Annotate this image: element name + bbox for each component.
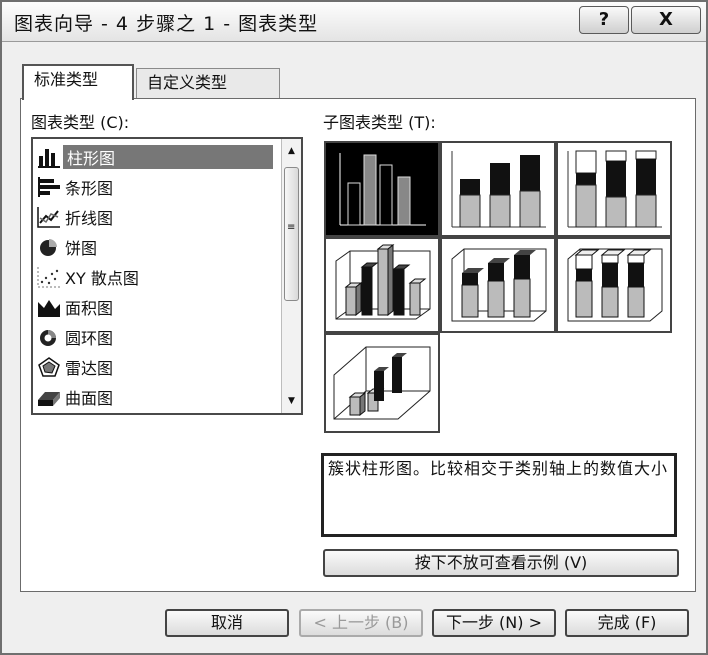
tab-standard-types[interactable]: 标准类型 bbox=[22, 64, 134, 100]
subtype-3d-clustered-column[interactable] bbox=[324, 237, 440, 333]
list-item-label: XY 散点图 bbox=[65, 269, 139, 288]
help-button[interactable]: ? bbox=[579, 6, 629, 34]
list-item-label: 曲面图 bbox=[65, 389, 114, 408]
close-button[interactable]: X bbox=[631, 6, 701, 34]
3d-clustered-column-icon bbox=[335, 243, 431, 320]
subtype-clustered-column[interactable] bbox=[324, 141, 440, 237]
chart-type-label: 图表类型 (C): bbox=[31, 113, 130, 132]
dialog-title: 图表向导 - 4 步骤之 1 - 图表类型 bbox=[14, 13, 319, 35]
bar-chart-icon bbox=[38, 177, 60, 197]
list-item-label: 圆环图 bbox=[65, 329, 114, 348]
clustered-column-icon bbox=[339, 153, 426, 226]
list-item-label: 折线图 bbox=[65, 209, 114, 228]
chart-type-list[interactable]: 柱形图 条形图 折线图 饼图 XY 散点图 面积图 圆环图 雷达图 曲面图 ▲ … bbox=[31, 137, 303, 415]
list-item-area[interactable]: 面积图 bbox=[35, 291, 271, 321]
scroll-up-icon[interactable]: ▲ bbox=[282, 141, 301, 161]
finish-button[interactable]: 完成 (F) bbox=[565, 609, 689, 637]
area-chart-icon bbox=[38, 300, 60, 317]
list-item-label: 面积图 bbox=[65, 299, 114, 318]
tab-custom-types[interactable]: 自定义类型 bbox=[136, 68, 280, 98]
cancel-button[interactable]: 取消 bbox=[165, 609, 289, 637]
list-item-column[interactable]: 柱形图 bbox=[35, 141, 273, 171]
chart-description: 簇状柱形图。比较相交于类别轴上的数值大小 bbox=[321, 453, 677, 537]
preview-sample-button[interactable]: 按下不放可查看示例 (V) bbox=[323, 549, 679, 577]
list-item-line[interactable]: 折线图 bbox=[35, 201, 271, 231]
surface-chart-icon bbox=[38, 392, 60, 406]
back-button[interactable]: < 上一步 (B) bbox=[299, 609, 423, 637]
scatter-chart-icon bbox=[37, 267, 60, 288]
list-item-label: 饼图 bbox=[65, 239, 98, 258]
list-item-pie[interactable]: 饼图 bbox=[35, 231, 271, 261]
3d-stacked-column-icon bbox=[451, 248, 547, 322]
3d-100-stacked-column-icon bbox=[567, 248, 663, 322]
chart-wizard-dialog: 图表向导 - 4 步骤之 1 - 图表类型 ? X 标准类型 自定义类型 图表类… bbox=[0, 0, 708, 655]
line-chart-icon bbox=[37, 207, 60, 228]
subtype-3d-100-stacked-column[interactable] bbox=[556, 237, 672, 333]
next-button[interactable]: 下一步 (N) > bbox=[432, 609, 556, 637]
subtype-100-stacked-column[interactable] bbox=[556, 141, 672, 237]
subtype-3d-column[interactable] bbox=[324, 333, 440, 433]
subtype-stacked-column[interactable] bbox=[440, 141, 556, 237]
list-item-radar[interactable]: 雷达图 bbox=[35, 351, 271, 381]
list-item-label: 雷达图 bbox=[65, 359, 114, 378]
pie-chart-icon bbox=[40, 239, 57, 256]
list-item-label: 条形图 bbox=[65, 179, 114, 198]
title-bar: 图表向导 - 4 步骤之 1 - 图表类型 ? X bbox=[2, 2, 706, 42]
subtype-label: 子图表类型 (T): bbox=[323, 113, 436, 132]
100-stacked-column-icon bbox=[567, 150, 662, 228]
radar-chart-icon bbox=[38, 357, 60, 377]
chart-type-scrollbar[interactable]: ▲ ≡ ▼ bbox=[281, 139, 301, 413]
scrollbar-thumb[interactable]: ≡ bbox=[284, 167, 299, 301]
list-item-label: 柱形图 bbox=[63, 145, 273, 169]
column-chart-icon bbox=[38, 149, 60, 168]
scroll-down-icon[interactable]: ▼ bbox=[282, 391, 301, 411]
3d-column-icon bbox=[333, 346, 431, 420]
tab-panel: 图表类型 (C): 子图表类型 (T): 柱形图 条形图 折线图 饼图 XY 散… bbox=[20, 98, 696, 592]
grip-icon: ≡ bbox=[287, 222, 296, 233]
subtype-3d-stacked-column[interactable] bbox=[440, 237, 556, 333]
stacked-column-icon bbox=[451, 151, 546, 228]
list-item-doughnut[interactable]: 圆环图 bbox=[35, 321, 271, 351]
doughnut-chart-icon bbox=[40, 330, 56, 346]
list-item-scatter[interactable]: XY 散点图 bbox=[35, 261, 271, 291]
list-item-bar[interactable]: 条形图 bbox=[35, 171, 271, 201]
list-item-surface[interactable]: 曲面图 bbox=[35, 381, 271, 411]
